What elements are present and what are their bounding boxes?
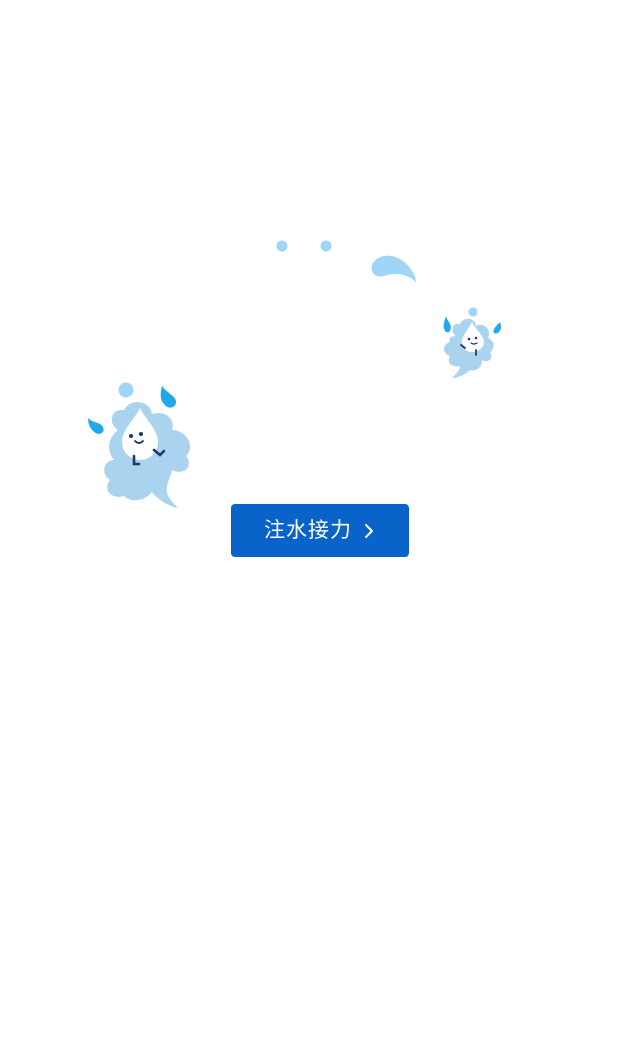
floating-dot-icon <box>276 240 288 252</box>
water-droplet-icon <box>160 386 176 408</box>
floating-dot-icon <box>320 240 332 252</box>
small-water-splash-character-icon <box>444 318 494 378</box>
water-droplet-icon <box>493 322 501 334</box>
water-splash-character-icon <box>104 402 191 508</box>
water-droplet-icon <box>88 418 104 434</box>
water-droplet-icon <box>468 307 478 317</box>
water-droplet-icon <box>118 382 134 398</box>
chevron-right-icon <box>365 523 373 538</box>
water-relay-button-label: 注水接力 <box>264 518 352 542</box>
water-relay-button[interactable]: 注水接力 <box>231 504 409 557</box>
water-droplet-icon <box>443 316 451 333</box>
page: 注水接力 <box>0 0 640 1040</box>
water-wave-icon <box>371 255 416 282</box>
